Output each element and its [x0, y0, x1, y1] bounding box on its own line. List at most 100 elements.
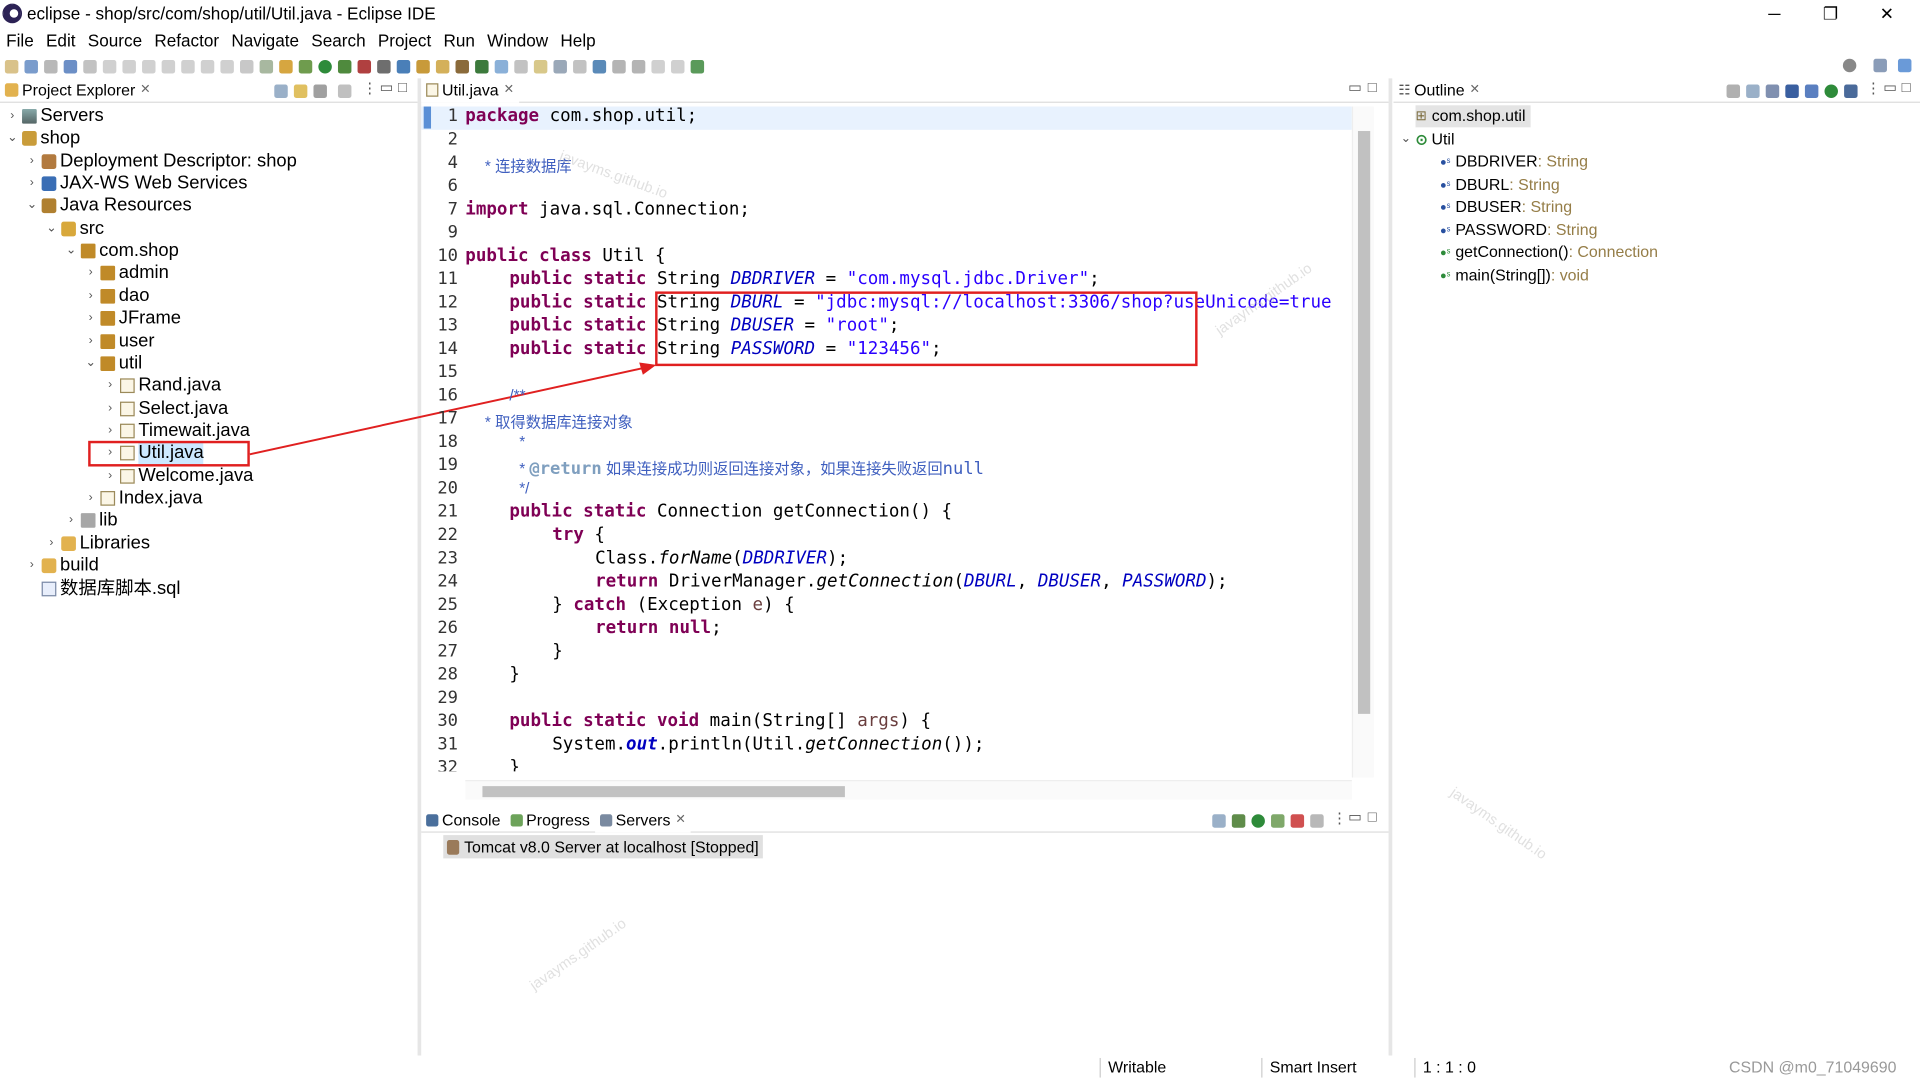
expand-arrow-icon[interactable]: ›: [83, 331, 98, 353]
expand-arrow-icon[interactable]: ›: [83, 262, 98, 284]
block-selection-icon[interactable]: [533, 59, 548, 73]
open-type-icon[interactable]: [455, 59, 469, 73]
focus-on-active-task-icon[interactable]: [1726, 84, 1741, 98]
tree-node-welcome-java[interactable]: › Welcome.java: [103, 465, 253, 487]
right-sash[interactable]: [1388, 78, 1393, 1056]
use-step-filters-icon[interactable]: [259, 59, 274, 73]
collapse-all-icon[interactable]: [1746, 84, 1760, 98]
tree-node-java-resources[interactable]: ⌄ Java Resources: [24, 195, 192, 217]
save-icon[interactable]: [24, 59, 38, 73]
debug-icon[interactable]: [298, 59, 313, 73]
hide-local-types-icon[interactable]: [1844, 84, 1858, 98]
previous-annotation-icon[interactable]: [631, 59, 646, 73]
new-class-icon[interactable]: [435, 59, 450, 73]
close-tab-icon[interactable]: ✕: [675, 813, 685, 826]
minimize-view-icon[interactable]: ▭: [1883, 78, 1897, 95]
expand-arrow-icon[interactable]: ›: [103, 465, 118, 487]
editor-vertical-scrollbar[interactable]: [1351, 106, 1374, 778]
tree-node-libraries[interactable]: › Libraries: [44, 533, 150, 555]
minimize-button[interactable]: ─: [1746, 0, 1802, 27]
tab-util-java[interactable]: Util.java ✕: [421, 77, 519, 103]
stop-server-icon[interactable]: [1290, 814, 1305, 828]
menu-run[interactable]: Run: [437, 31, 481, 51]
coverage-icon[interactable]: [337, 59, 352, 73]
collapse-arrow-icon[interactable]: ⌄: [24, 195, 39, 217]
collapse-arrow-icon[interactable]: ⌄: [64, 240, 79, 262]
globe-icon[interactable]: [592, 59, 607, 73]
debug-server-icon[interactable]: [1231, 814, 1246, 828]
step-over-icon[interactable]: [200, 59, 215, 73]
word-wrap-icon[interactable]: [514, 59, 528, 73]
collapse-arrow-icon[interactable]: ⌄: [1398, 129, 1413, 151]
tree-node-index-java[interactable]: › Index.java: [83, 487, 203, 509]
back-icon[interactable]: [651, 59, 665, 73]
menu-window[interactable]: Window: [481, 31, 554, 51]
outline-item-method[interactable]: ●ˢ getConnection() : Connection: [1440, 241, 1658, 263]
minimize-view-icon[interactable]: ▭: [380, 78, 394, 95]
maximize-view-icon[interactable]: □: [1368, 808, 1377, 825]
show-whitespace-icon[interactable]: [553, 59, 567, 73]
link-with-editor-icon[interactable]: [293, 84, 308, 98]
focus-icon[interactable]: [337, 84, 352, 98]
collapse-arrow-icon[interactable]: ⌄: [83, 353, 98, 375]
tree-node-sql-script[interactable]: 数据库脚本.sql: [24, 578, 180, 600]
collapse-all-icon[interactable]: [1212, 814, 1226, 828]
new-server-icon[interactable]: [377, 59, 391, 73]
tab-progress[interactable]: Progress: [505, 808, 594, 832]
scrollbar-thumb[interactable]: [1357, 131, 1371, 714]
hide-fields-icon[interactable]: [1785, 84, 1799, 98]
editor-horizontal-scrollbar[interactable]: [465, 780, 1352, 800]
view-menu-icon[interactable]: ⋮: [362, 80, 377, 97]
scrollbar-thumb[interactable]: [482, 786, 845, 798]
menu-search[interactable]: Search: [305, 31, 372, 51]
outline-item-class-util[interactable]: ⌄ ⊙ Util: [1398, 129, 1455, 151]
tab-outline[interactable]: ☷ Outline ✕: [1393, 78, 1484, 102]
open-perspective-icon[interactable]: [1873, 58, 1887, 73]
external-tools-icon[interactable]: [357, 59, 372, 73]
expand-arrow-icon[interactable]: ›: [24, 151, 39, 173]
tab-project-explorer[interactable]: Project Explorer ✕: [0, 78, 155, 102]
view-menu-icon[interactable]: ⋮: [1866, 80, 1881, 97]
outline-item-method[interactable]: ●ˢ main(String[]) : void: [1440, 264, 1589, 286]
expand-arrow-icon[interactable]: ›: [103, 375, 118, 397]
tree-node-shop[interactable]: ⌄ shop: [5, 127, 80, 149]
new-package-icon[interactable]: [416, 59, 430, 73]
save-all-icon[interactable]: [44, 59, 58, 73]
disconnect-icon[interactable]: [161, 59, 176, 73]
start-server-icon[interactable]: [1251, 814, 1265, 828]
publish-icon[interactable]: [1310, 814, 1324, 828]
skip-breakpoints-icon[interactable]: [83, 59, 97, 73]
menu-refactor[interactable]: Refactor: [148, 31, 225, 51]
print-icon[interactable]: [63, 59, 78, 73]
new-java-project-icon[interactable]: [396, 59, 411, 73]
restore-button[interactable]: ❐: [1802, 0, 1858, 27]
expand-arrow-icon[interactable]: ›: [44, 533, 59, 555]
tree-node-dao[interactable]: › dao: [83, 285, 150, 307]
outline-item-field[interactable]: ●ˢ DBUSER : String: [1440, 196, 1572, 218]
view-menu-icon[interactable]: ⋮: [1332, 809, 1347, 826]
open-task-icon[interactable]: [279, 59, 293, 73]
tree-node-admin[interactable]: › admin: [83, 262, 169, 284]
menu-edit[interactable]: Edit: [40, 31, 82, 51]
tree-node-lib[interactable]: › lib: [64, 509, 118, 531]
search-icon[interactable]: [1842, 58, 1857, 73]
collapse-all-icon[interactable]: [274, 84, 288, 98]
tree-node-select-java[interactable]: › Select.java: [103, 398, 228, 420]
close-button[interactable]: ✕: [1859, 0, 1915, 27]
tab-console[interactable]: Console: [421, 808, 505, 832]
expand-arrow-icon[interactable]: ›: [24, 555, 39, 577]
maximize-view-icon[interactable]: □: [1902, 78, 1911, 95]
menu-help[interactable]: Help: [554, 31, 602, 51]
menu-navigate[interactable]: Navigate: [225, 31, 305, 51]
collapse-arrow-icon[interactable]: ⌄: [5, 127, 20, 149]
filter-icon[interactable]: [313, 84, 327, 98]
mark-occurrences-icon[interactable]: [494, 59, 509, 73]
menu-project[interactable]: Project: [372, 31, 438, 51]
pin-editor-icon[interactable]: [690, 59, 705, 73]
step-into-icon[interactable]: [181, 59, 195, 73]
code-area[interactable]: 1 2 4 6 7 9 10 11 12 13 14 15 16 17 18 1…: [421, 106, 1352, 771]
hide-static-icon[interactable]: [1804, 84, 1819, 98]
expand-arrow-icon[interactable]: ›: [83, 487, 98, 509]
java-ee-perspective-icon[interactable]: [1897, 58, 1912, 73]
minimize-view-icon[interactable]: ▭: [1348, 78, 1362, 95]
